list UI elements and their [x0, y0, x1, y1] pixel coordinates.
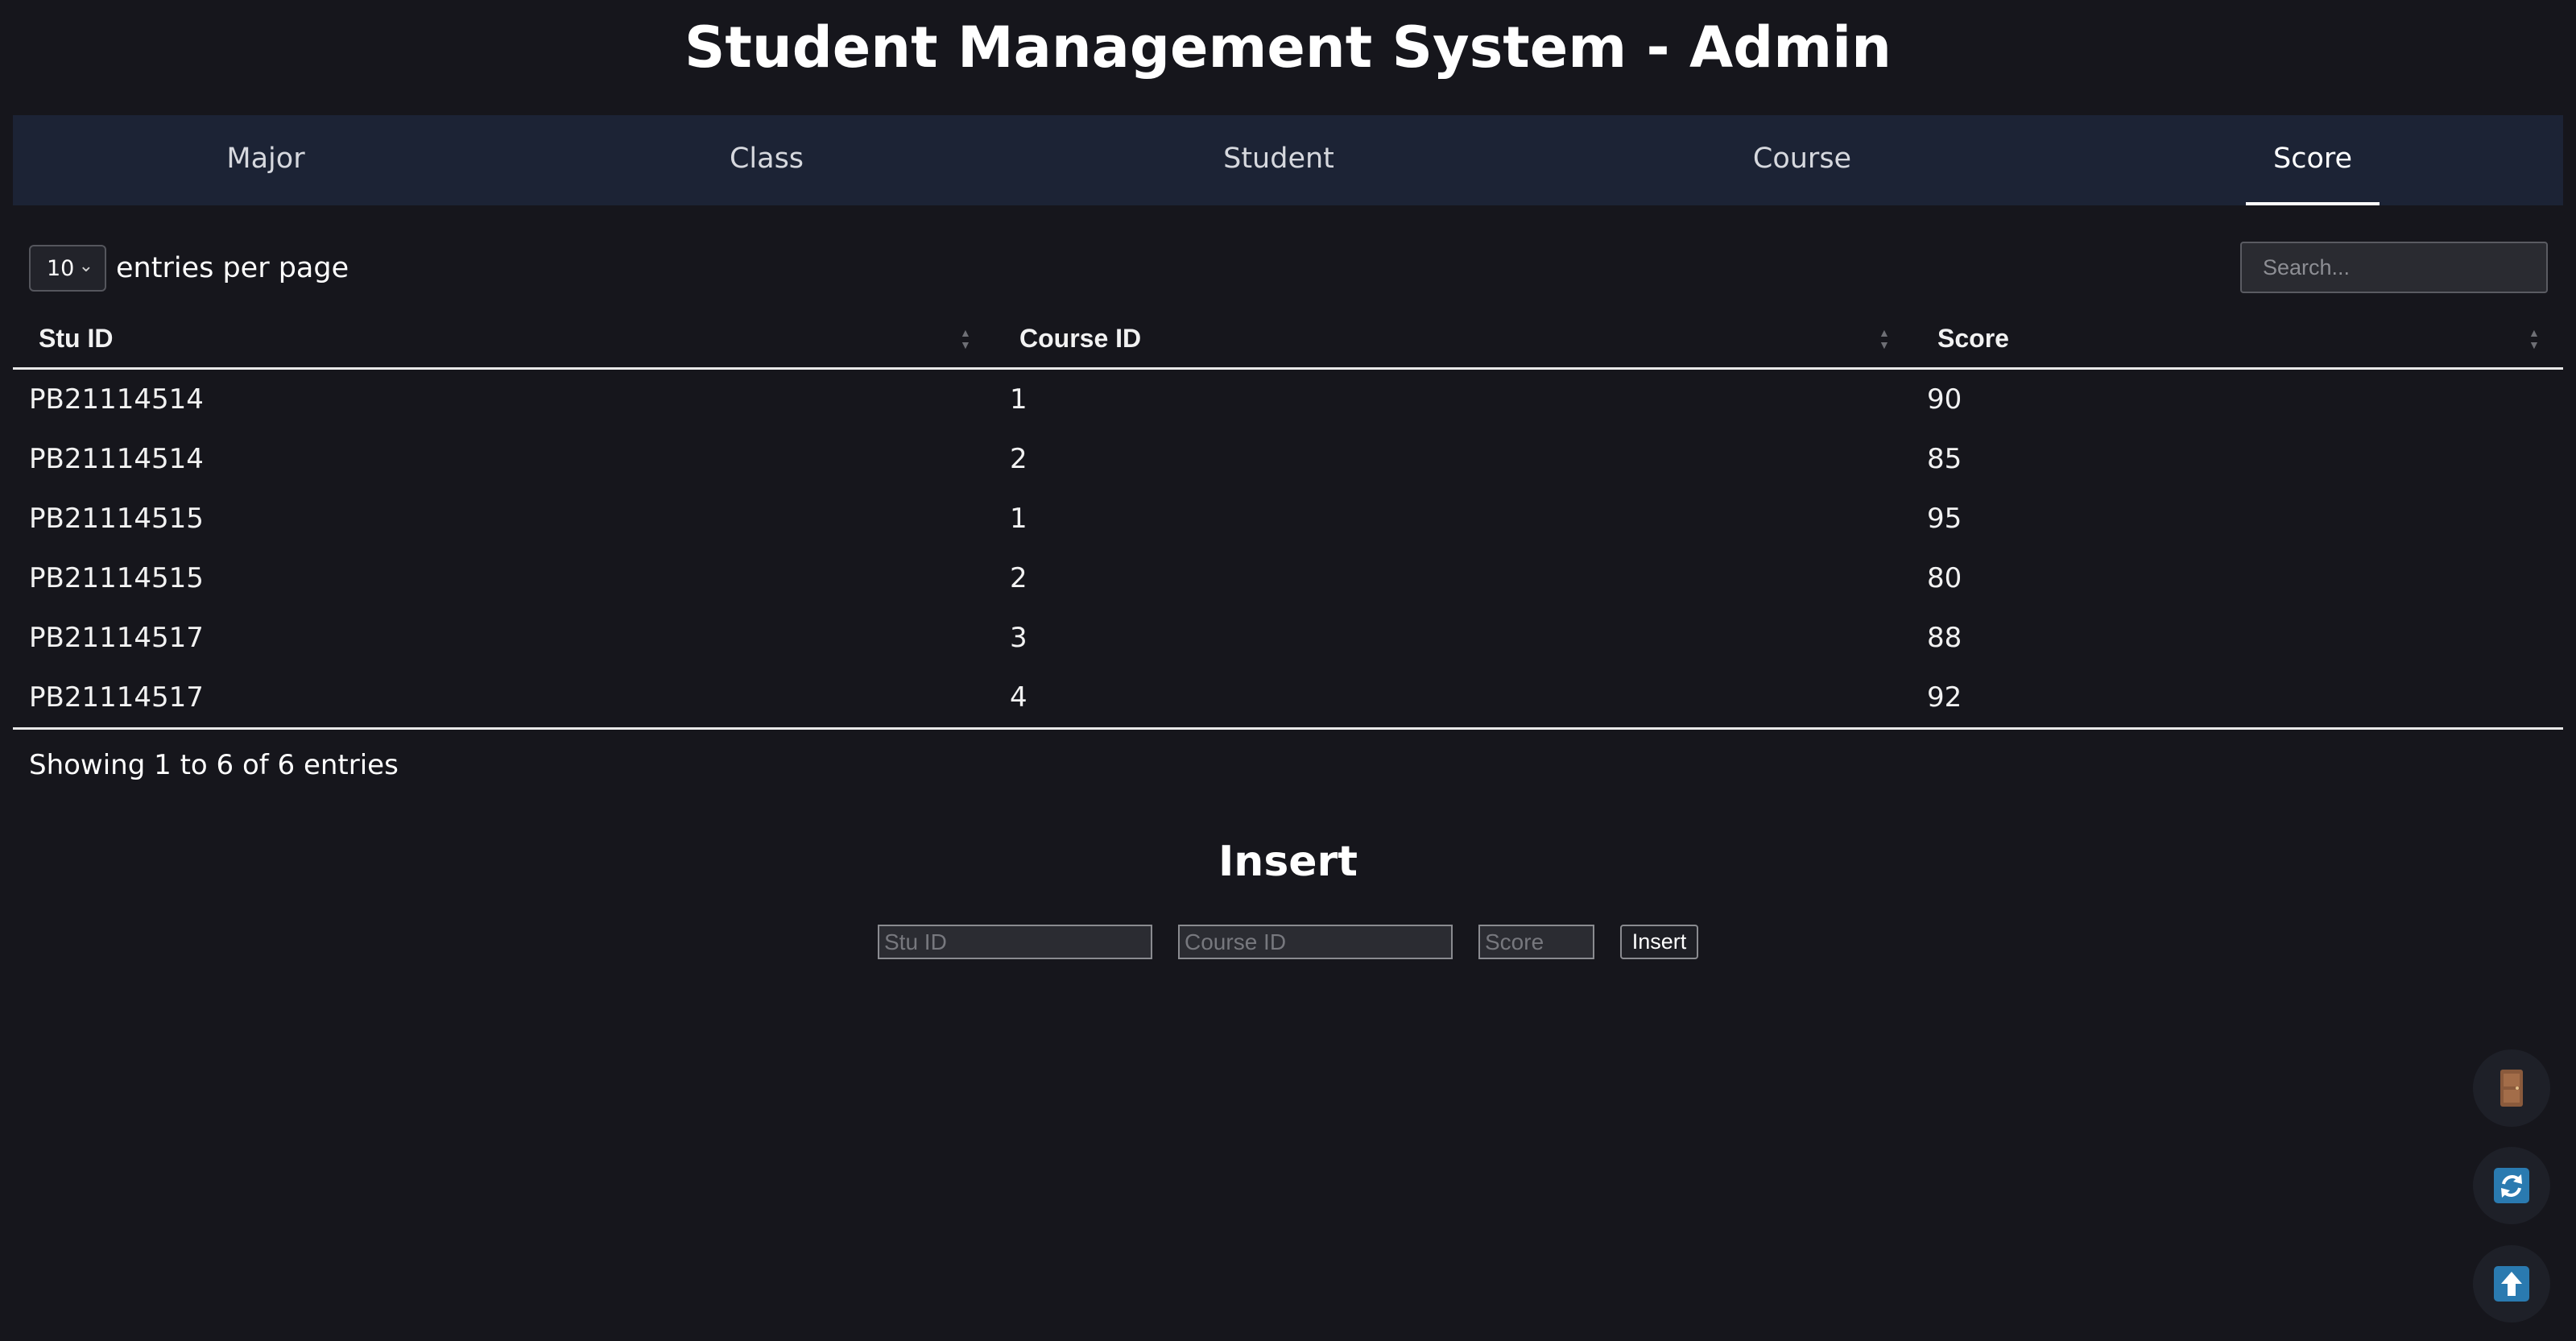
table-row: PB21114515 2 80 [13, 548, 2563, 608]
nav-bar: Major Class Student Course Score [13, 115, 2563, 205]
cell-stu-id: PB21114517 [29, 681, 204, 714]
cell-course-id: 4 [1010, 681, 1028, 714]
refresh-button[interactable] [2473, 1147, 2550, 1224]
column-header-course-id[interactable]: Course ID [1019, 309, 1141, 367]
arrow-up-icon [2494, 1266, 2529, 1302]
cell-score: 95 [1927, 503, 1962, 535]
cell-score: 88 [1927, 622, 1962, 654]
entries-per-page: 10 ⌄ entries per page [29, 244, 349, 292]
sort-icon[interactable]: ▲ ▼ [1879, 327, 1890, 351]
table-row: PB21114517 3 88 [13, 608, 2563, 668]
door-icon [2500, 1070, 2523, 1107]
column-header-stu-id[interactable]: Stu ID [39, 309, 113, 367]
refresh-icon [2494, 1168, 2529, 1203]
table-bottom-rule [13, 727, 2563, 730]
logout-button[interactable] [2473, 1049, 2550, 1127]
tab-major[interactable]: Major [226, 115, 304, 205]
score-table: Stu ID ▲ ▼ Course ID ▲ ▼ Score ▲ ▼ PB211145… [13, 309, 2563, 730]
cell-stu-id: PB21114517 [29, 622, 204, 654]
cell-stu-id: PB21114514 [29, 443, 204, 475]
entries-label: entries per page [116, 252, 349, 284]
table-row: PB21114515 1 95 [13, 489, 2563, 548]
cell-course-id: 2 [1010, 562, 1028, 594]
table-header: Stu ID ▲ ▼ Course ID ▲ ▼ Score ▲ ▼ [13, 309, 2563, 370]
course-id-field[interactable] [1178, 925, 1453, 959]
page-title: Student Management System - Admin [684, 14, 1892, 81]
cell-score: 80 [1927, 562, 1962, 594]
cell-course-id: 1 [1010, 503, 1028, 535]
score-field[interactable] [1478, 925, 1594, 959]
tab-score[interactable]: Score [2245, 115, 2380, 205]
page-size-value: 10 [47, 255, 75, 281]
cell-stu-id: PB21114515 [29, 562, 204, 594]
cell-course-id: 1 [1010, 383, 1028, 416]
table-row: PB21114517 4 92 [13, 668, 2563, 727]
table-row: PB21114514 2 85 [13, 429, 2563, 489]
tab-class[interactable]: Class [730, 115, 804, 205]
tab-course[interactable]: Course [1753, 115, 1851, 205]
cell-score: 85 [1927, 443, 1962, 475]
tab-student[interactable]: Student [1223, 115, 1334, 205]
column-header-score[interactable]: Score [1937, 309, 2009, 367]
scroll-top-button[interactable] [2473, 1245, 2550, 1322]
cell-stu-id: PB21114514 [29, 383, 204, 416]
cell-score: 90 [1927, 383, 1962, 416]
insert-title: Insert [1218, 838, 1358, 886]
sort-icon[interactable]: ▲ ▼ [2528, 327, 2540, 351]
chevron-down-icon: ⌄ [78, 256, 93, 276]
cell-score: 92 [1927, 681, 1962, 714]
insert-button[interactable]: Insert [1620, 925, 1698, 959]
page-size-select[interactable]: 10 ⌄ [29, 245, 106, 292]
table-info: Showing 1 to 6 of 6 entries [29, 749, 399, 781]
search-input[interactable] [2240, 242, 2548, 293]
stu-id-field[interactable] [878, 925, 1152, 959]
cell-course-id: 2 [1010, 443, 1028, 475]
sort-icon[interactable]: ▲ ▼ [960, 327, 971, 351]
cell-course-id: 3 [1010, 622, 1028, 654]
table-row: PB21114514 1 90 [13, 370, 2563, 429]
cell-stu-id: PB21114515 [29, 503, 204, 535]
